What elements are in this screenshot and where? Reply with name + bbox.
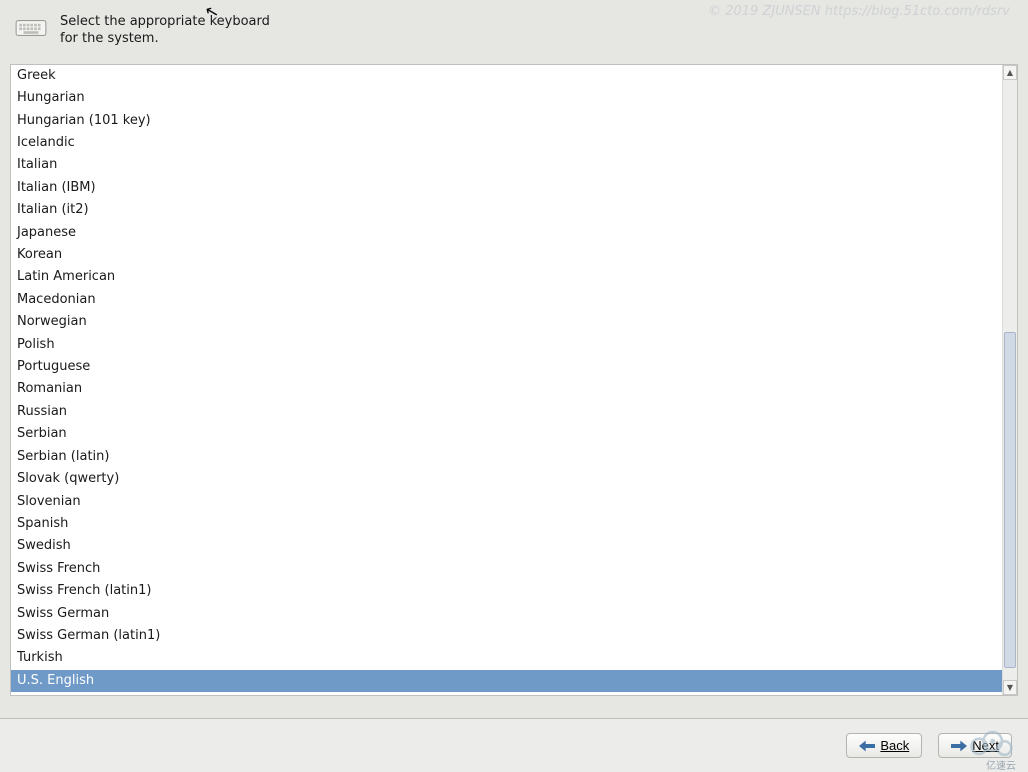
keyboard-list-container: GreekHungarianHungarian (101 key)Iceland…	[10, 64, 1018, 696]
keyboard-option[interactable]: Italian (IBM)	[11, 177, 1002, 199]
keyboard-option[interactable]: Turkish	[11, 647, 1002, 669]
keyboard-option[interactable]: Japanese	[11, 222, 1002, 244]
keyboard-option[interactable]: Italian (it2)	[11, 199, 1002, 221]
keyboard-option[interactable]: Portuguese	[11, 356, 1002, 378]
next-button-label: Next	[972, 738, 999, 753]
next-button[interactable]: Next	[938, 733, 1012, 758]
header: Select the appropriate keyboard for the …	[0, 0, 1028, 56]
back-button[interactable]: Back	[846, 733, 922, 758]
keyboard-option[interactable]: U.S. International	[11, 692, 1002, 695]
keyboard-icon	[14, 14, 48, 46]
keyboard-option[interactable]: Greek	[11, 65, 1002, 87]
keyboard-option[interactable]: Macedonian	[11, 289, 1002, 311]
keyboard-option[interactable]: Hungarian	[11, 87, 1002, 109]
arrow-left-icon	[859, 740, 875, 752]
keyboard-option[interactable]: Icelandic	[11, 132, 1002, 154]
keyboard-list[interactable]: GreekHungarianHungarian (101 key)Iceland…	[11, 65, 1002, 695]
keyboard-option[interactable]: Serbian (latin)	[11, 446, 1002, 468]
keyboard-option[interactable]: Serbian	[11, 423, 1002, 445]
keyboard-option[interactable]: Swiss German (latin1)	[11, 625, 1002, 647]
keyboard-option[interactable]: Spanish	[11, 513, 1002, 535]
keyboard-option[interactable]: Norwegian	[11, 311, 1002, 333]
keyboard-option[interactable]: U.S. English	[11, 670, 1002, 692]
scroll-down-button[interactable]: ▼	[1003, 680, 1017, 695]
scrollbar[interactable]: ▲ ▼	[1002, 65, 1017, 695]
page-prompt: Select the appropriate keyboard for the …	[60, 14, 280, 48]
keyboard-option[interactable]: Slovenian	[11, 491, 1002, 513]
keyboard-option[interactable]: Hungarian (101 key)	[11, 110, 1002, 132]
keyboard-option[interactable]: Polish	[11, 334, 1002, 356]
keyboard-option[interactable]: Russian	[11, 401, 1002, 423]
back-button-label: Back	[880, 738, 909, 753]
keyboard-option[interactable]: Romanian	[11, 378, 1002, 400]
scroll-thumb[interactable]	[1004, 332, 1016, 668]
keyboard-option[interactable]: Swiss German	[11, 603, 1002, 625]
keyboard-option[interactable]: Swiss French (latin1)	[11, 580, 1002, 602]
keyboard-option[interactable]: Latin American	[11, 266, 1002, 288]
keyboard-option[interactable]: Swiss French	[11, 558, 1002, 580]
scroll-track[interactable]	[1003, 80, 1017, 680]
keyboard-option[interactable]: Slovak (qwerty)	[11, 468, 1002, 490]
scroll-up-button[interactable]: ▲	[1003, 65, 1017, 80]
keyboard-option[interactable]: Swedish	[11, 535, 1002, 557]
keyboard-option[interactable]: Italian	[11, 154, 1002, 176]
footer: Back Next	[0, 718, 1028, 772]
arrow-right-icon	[951, 740, 967, 752]
keyboard-option[interactable]: Korean	[11, 244, 1002, 266]
